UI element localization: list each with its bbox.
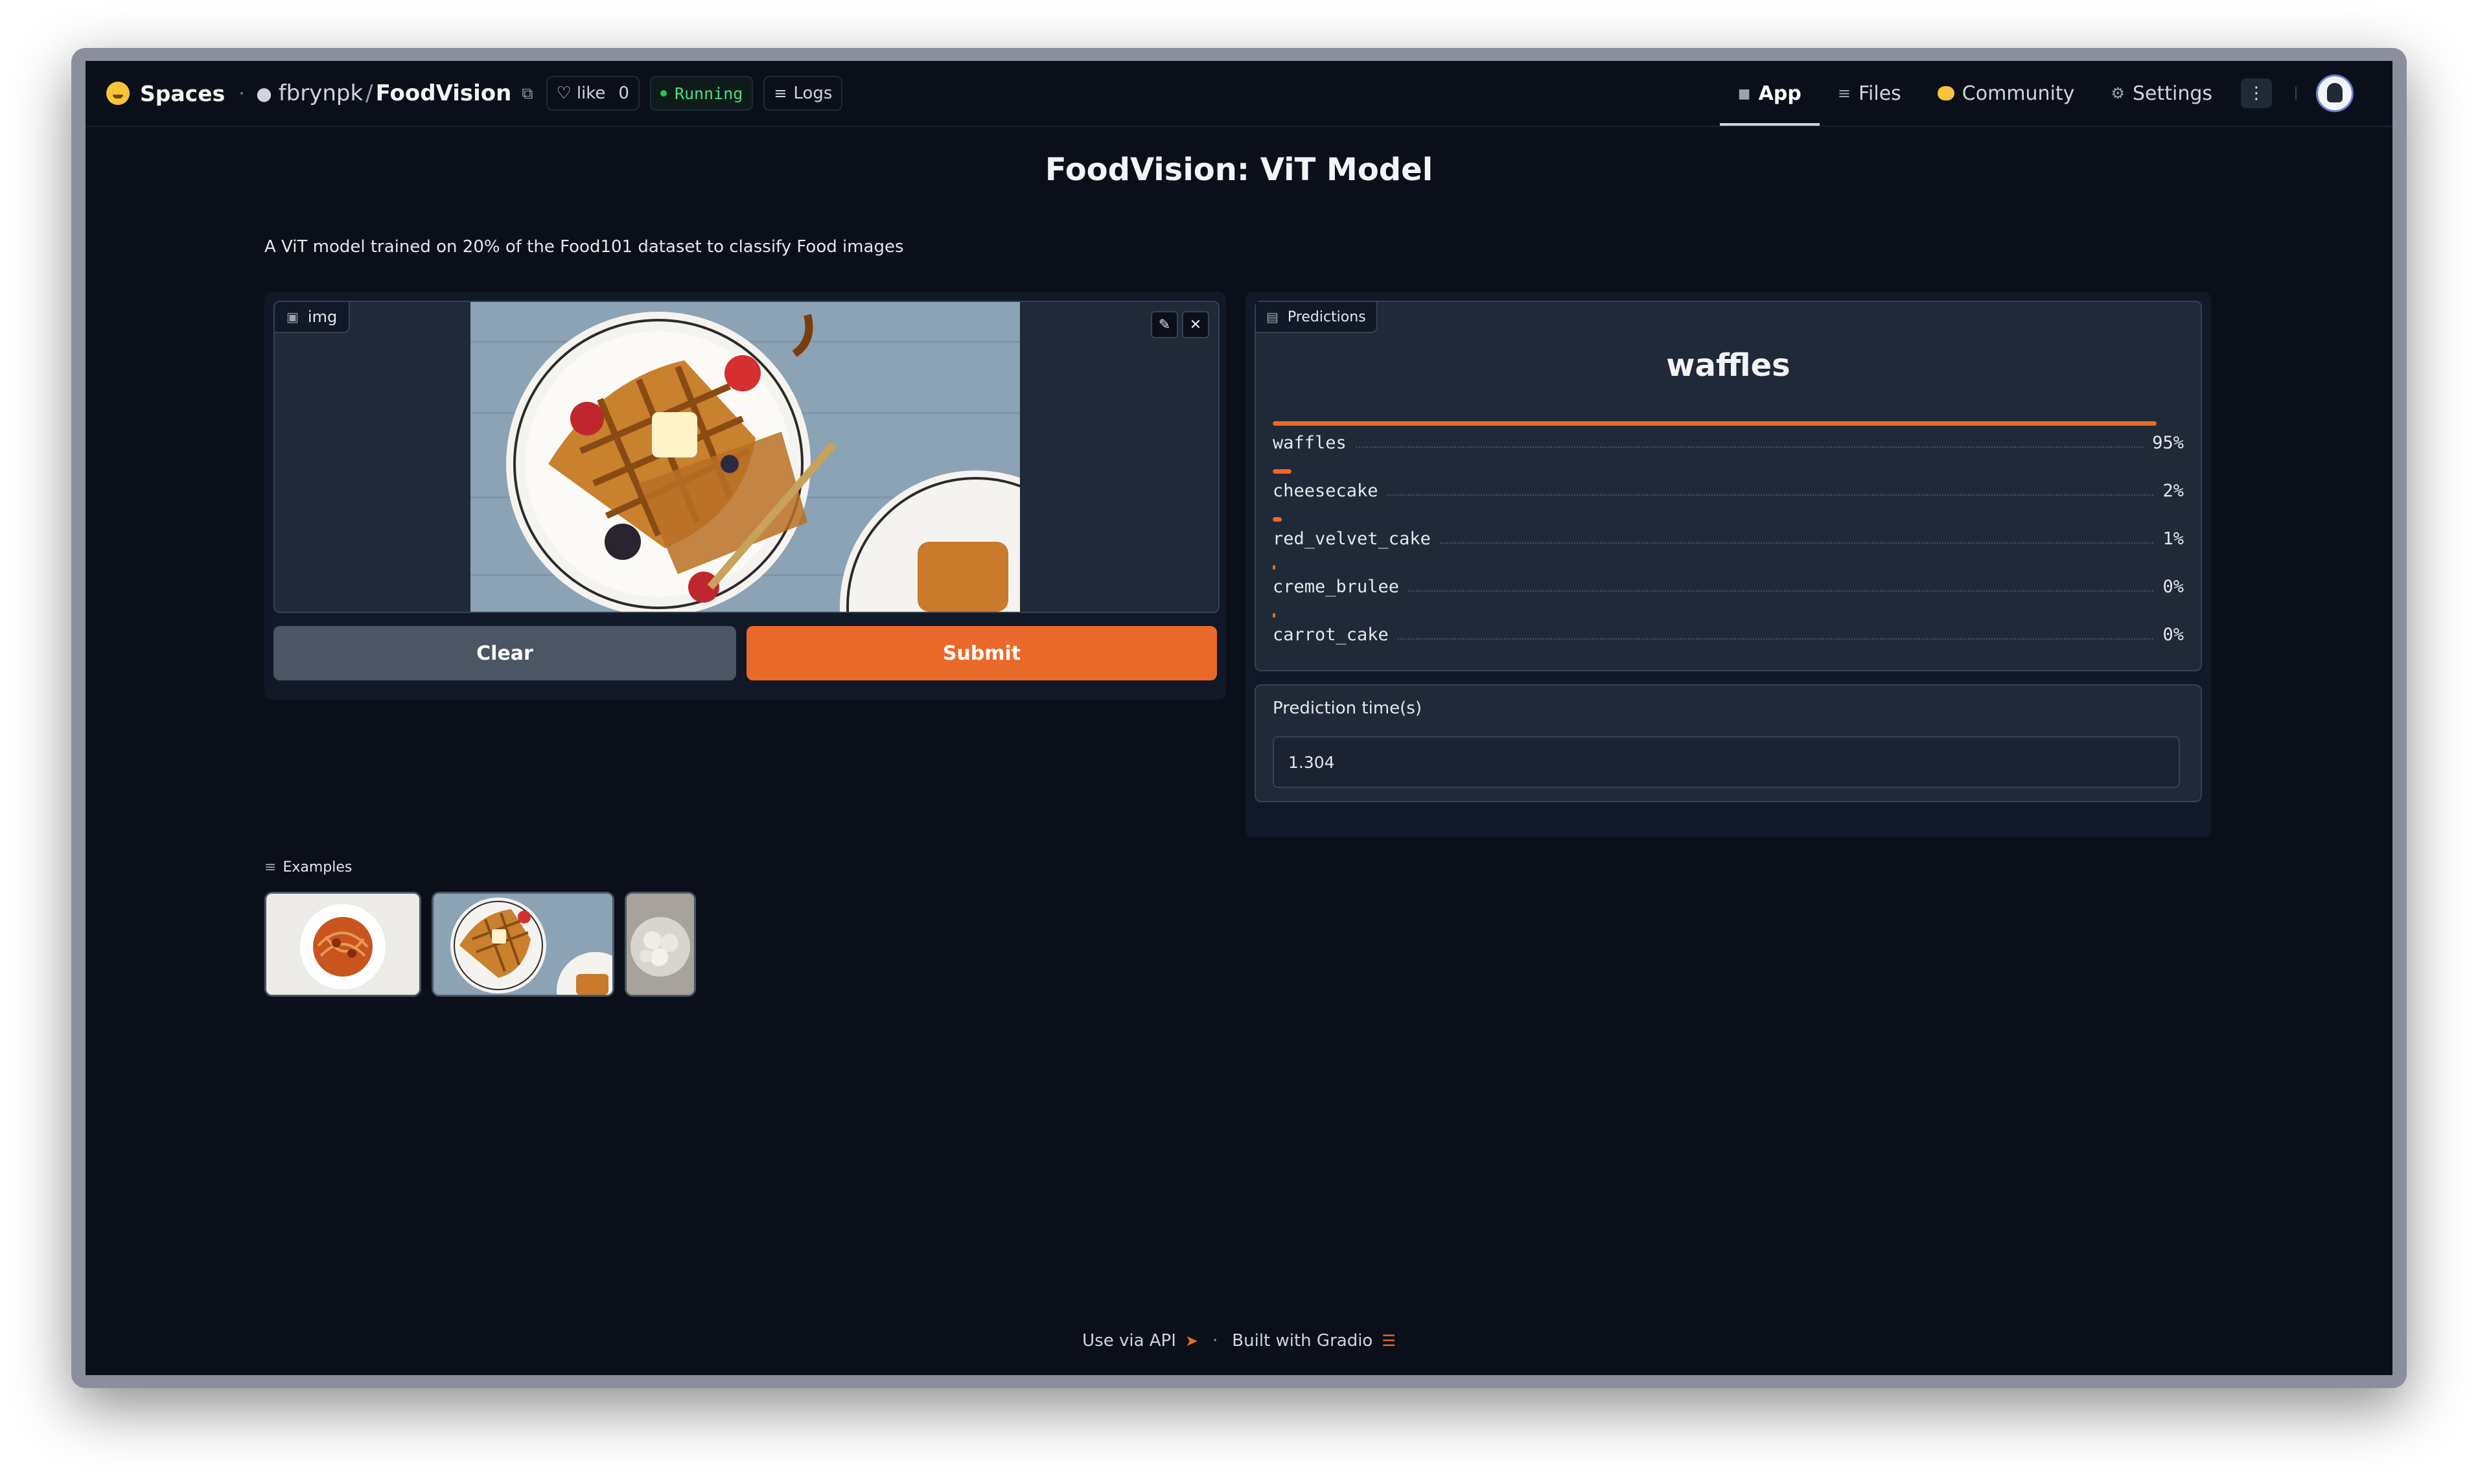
row-leader: [1397, 638, 2154, 640]
class-percent: 95%: [2152, 433, 2184, 453]
class-label: red_velvet_cake: [1273, 529, 1431, 549]
examples-label-text: Examples: [283, 859, 353, 875]
like-button[interactable]: ♡ like 0: [546, 76, 640, 111]
hugging-face-logo-icon[interactable]: [106, 82, 130, 105]
tab-community-label: Community: [1962, 82, 2075, 105]
prediction-time-field[interactable]: 1.304: [1273, 736, 2180, 788]
tab-app-label: App: [1758, 82, 1801, 105]
class-label: waffles: [1273, 433, 1347, 453]
cube-icon: ◼: [1737, 84, 1751, 102]
class-percent: 2%: [2162, 481, 2184, 501]
prediction-time-box: Prediction time(s) 1.304: [1255, 684, 2202, 802]
repo-separator: /: [365, 80, 373, 106]
class-label: carrot_cake: [1273, 625, 1389, 645]
confidence-row[interactable]: red_velvet_cake 1%: [1273, 517, 2184, 565]
avatar[interactable]: [2316, 75, 2354, 112]
input-panel: ▣ img ✎ ✕ Clear Submit: [264, 292, 1226, 700]
status-badge: Running: [649, 76, 754, 111]
edit-button[interactable]: ✎: [1151, 311, 1178, 338]
top-prediction: waffles: [1666, 347, 1790, 384]
page-title: FoodVision: ViT Model: [1045, 152, 1433, 188]
header-divider: [2295, 87, 2297, 100]
tab-settings-label: Settings: [2132, 82, 2212, 105]
gradio-logo-icon: ☰: [1382, 1332, 1396, 1350]
built-with-gradio-link[interactable]: Built with Gradio: [1232, 1331, 1372, 1351]
confidence-row[interactable]: creme_brulee 0%: [1273, 565, 2184, 613]
row-leader: [1439, 542, 2154, 544]
logs-button[interactable]: ≡ Logs: [763, 76, 843, 111]
confidence-bar: [1273, 613, 1275, 618]
class-label: cheesecake: [1273, 481, 1378, 501]
use-via-api-link[interactable]: Use via API: [1082, 1331, 1176, 1351]
confidence-list: waffles 95% cheesecake 2% red_velvet_cak…: [1273, 421, 2184, 661]
confidence-bar: [1273, 421, 2157, 426]
confidence-bar: [1273, 469, 1291, 474]
list-icon: ≡: [264, 859, 277, 875]
tab-files-label: Files: [1858, 82, 1901, 105]
logs-icon: ≡: [774, 84, 787, 102]
class-percent: 0%: [2162, 625, 2184, 645]
waffles-image: [470, 302, 1020, 612]
class-percent: 1%: [2162, 529, 2184, 549]
browser-viewport: Spaces ● fbrynpk / FoodVision ⧉ ♡ like 0…: [86, 61, 2392, 1375]
row-leader: [1355, 446, 2144, 448]
repo-name-link[interactable]: FoodVision: [376, 80, 512, 106]
status-text: Running: [674, 84, 743, 103]
submit-button[interactable]: Submit: [747, 626, 1217, 680]
donuts-image: [627, 894, 694, 995]
spaces-header: Spaces ● fbrynpk / FoodVision ⧉ ♡ like 0…: [86, 61, 2392, 127]
footer-separator: ·: [1212, 1331, 1218, 1351]
image-input-label: ▣ img: [275, 302, 351, 333]
user-icon: ●: [256, 82, 272, 104]
row-leader: [1408, 590, 2154, 592]
image-input-label-text: img: [307, 308, 338, 326]
heart-icon: ♡: [556, 84, 572, 103]
footer: Use via API ➤ · Built with Gradio ☰: [86, 1331, 2392, 1351]
repo-owner-link[interactable]: fbrynpk: [279, 80, 363, 106]
image-icon: ▣: [286, 309, 299, 325]
tab-settings[interactable]: ⚙ Settings: [2092, 61, 2230, 126]
rocket-icon: ➤: [1185, 1332, 1199, 1350]
confidence-bar: [1273, 565, 1275, 570]
bar-chart-icon: ▤: [1266, 309, 1279, 325]
like-count: 0: [618, 84, 629, 103]
predictions-label-text: Predictions: [1287, 308, 1366, 325]
example-donuts[interactable]: [625, 892, 696, 997]
more-options-button[interactable]: ⋮: [2241, 78, 2272, 108]
tab-app[interactable]: ◼ App: [1719, 61, 1820, 126]
tab-files[interactable]: ≡ Files: [1820, 61, 1919, 126]
image-upload-area[interactable]: ▣ img ✎ ✕: [273, 301, 1220, 613]
confidence-row[interactable]: waffles 95%: [1273, 421, 2184, 469]
predictions-label: ▤ Predictions: [1256, 302, 1378, 333]
row-leader: [1387, 494, 2154, 496]
copy-icon[interactable]: ⧉: [522, 84, 533, 102]
class-label: creme_brulee: [1273, 577, 1400, 597]
predictions-box: ▤ Predictions waffles waffles 95% cheese…: [1255, 301, 2202, 671]
output-panel: ▤ Predictions waffles waffles 95% cheese…: [1245, 292, 2211, 837]
example-spaghetti[interactable]: [264, 892, 421, 997]
status-dot-icon: [660, 90, 667, 97]
close-icon[interactable]: ✕: [1182, 311, 1209, 338]
confidence-row[interactable]: cheesecake 2%: [1273, 469, 2184, 517]
clear-button[interactable]: Clear: [273, 626, 736, 680]
gear-icon: ⚙: [2111, 84, 2125, 102]
files-icon: ≡: [1837, 84, 1851, 102]
waffles-example-image: [434, 894, 612, 995]
example-waffles[interactable]: [432, 892, 614, 997]
brand-divider: [240, 92, 244, 95]
community-icon: [1937, 86, 1954, 100]
app-window: Spaces ● fbrynpk / FoodVision ⧉ ♡ like 0…: [71, 48, 2407, 1388]
spaces-brand[interactable]: Spaces: [140, 81, 225, 106]
class-percent: 0%: [2162, 577, 2184, 597]
tab-community[interactable]: Community: [1919, 61, 2093, 126]
like-label: like: [576, 84, 606, 103]
confidence-row[interactable]: carrot_cake 0%: [1273, 613, 2184, 661]
logs-label: Logs: [793, 84, 833, 103]
confidence-bar: [1273, 517, 1282, 522]
prediction-time-label: Prediction time(s): [1273, 699, 1422, 718]
page-description: A ViT model trained on 20% of the Food10…: [264, 237, 904, 257]
examples-label: ≡ Examples: [264, 859, 352, 875]
spaghetti-image: [266, 894, 419, 995]
